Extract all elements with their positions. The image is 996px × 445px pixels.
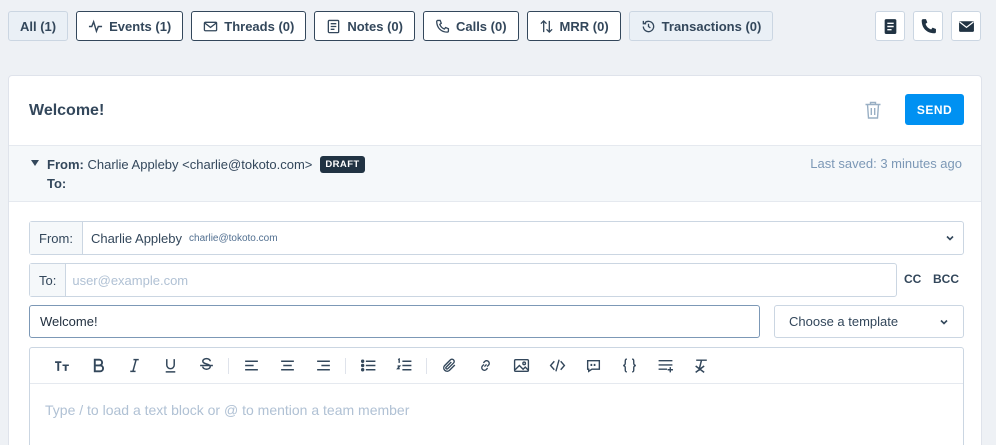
collapse-caret-icon[interactable] <box>31 160 39 166</box>
to-field: To: <box>29 263 897 297</box>
meta-from: From: Charlie Appleby <charlie@tokoto.co… <box>47 156 365 173</box>
email-body-editor[interactable]: Type / to load a text block or @ to ment… <box>29 347 964 445</box>
add-note-button[interactable] <box>875 11 905 41</box>
align-center-icon <box>280 360 294 371</box>
filter-label: Calls (0) <box>455 18 507 34</box>
clear-format-icon <box>694 359 707 374</box>
filter-transactions-button[interactable]: Transactions (0) <box>628 11 774 41</box>
bullet-list-icon <box>360 359 375 372</box>
toolbar-divider <box>426 357 427 374</box>
filter-label: MRR (0) <box>559 18 609 34</box>
strikethrough-button[interactable] <box>188 348 224 384</box>
insert-block-button[interactable] <box>647 348 683 384</box>
italic-icon <box>129 358 139 373</box>
composer-title: Welcome! <box>29 102 105 119</box>
quote-button[interactable] <box>575 348 611 384</box>
bcc-button[interactable]: BCC <box>933 272 959 286</box>
trash-icon[interactable] <box>864 100 882 120</box>
align-left-icon <box>244 360 258 371</box>
mail-icon <box>958 20 974 32</box>
filter-label: Notes (0) <box>347 18 403 34</box>
to-field-label: To: <box>30 264 67 296</box>
filter-events-button[interactable]: Events (1) <box>76 11 184 41</box>
from-email: charlie@tokoto.com <box>189 232 278 244</box>
text-size-button[interactable] <box>44 348 80 384</box>
draft-badge: DRAFT <box>320 156 365 173</box>
personalize-button[interactable] <box>611 348 647 384</box>
arrows-updown-icon <box>539 19 553 33</box>
from-select[interactable]: From: Charlie Appleby charlie@tokoto.com <box>29 221 964 255</box>
phone-icon <box>435 19 450 33</box>
last-saved-text: Last saved: 3 minutes ago <box>810 156 962 171</box>
link-icon <box>480 360 490 371</box>
strikethrough-icon <box>199 357 213 370</box>
filter-calls-button[interactable]: Calls (0) <box>422 11 519 41</box>
braces-icon <box>622 358 636 373</box>
meta-from-value: Charlie Appleby <charlie@tokoto.com> <box>87 157 313 172</box>
chevron-down-icon <box>946 235 954 241</box>
email-composer: Welcome! SEND From: Charlie Appleby <cha… <box>8 75 982 445</box>
filter-notes-button[interactable]: Notes (0) <box>314 11 415 41</box>
history-icon <box>642 20 654 32</box>
numbered-list-button[interactable] <box>386 348 422 384</box>
quick-actions <box>875 11 981 41</box>
attachment-icon <box>442 358 455 372</box>
bold-button[interactable] <box>80 348 116 384</box>
bold-icon <box>93 358 104 373</box>
activity-icon <box>89 19 103 33</box>
toolbar-divider <box>345 357 346 374</box>
email-button[interactable] <box>951 11 981 41</box>
image-icon <box>513 358 529 373</box>
align-left-button[interactable] <box>233 348 269 384</box>
body-placeholder: Type / to load a text block or @ to ment… <box>45 402 410 418</box>
template-label: Choose a template <box>789 314 899 329</box>
align-right-icon <box>316 360 330 371</box>
code-icon <box>549 359 565 372</box>
filter-label: All (1) <box>20 18 57 34</box>
filter-label: Transactions (0) <box>661 18 762 34</box>
italic-button[interactable] <box>116 348 152 384</box>
email-meta-summary: From: Charlie Appleby <charlie@tokoto.co… <box>9 146 981 202</box>
filter-label: Threads (0) <box>224 18 295 34</box>
align-right-button[interactable] <box>305 348 341 384</box>
from-name: Charlie Appleby <box>90 230 183 246</box>
bullet-list-button[interactable] <box>350 348 386 384</box>
to-input[interactable] <box>66 264 896 296</box>
filter-label: Events (1) <box>109 18 172 34</box>
underline-button[interactable] <box>152 348 188 384</box>
call-button[interactable] <box>913 11 943 41</box>
from-field-label: From: <box>30 222 83 254</box>
note-icon <box>328 19 340 33</box>
formatting-toolbar <box>30 348 963 384</box>
underline-icon <box>165 359 175 373</box>
chevron-down-icon <box>940 319 948 325</box>
subject-input[interactable] <box>29 305 760 338</box>
phone-icon <box>921 18 936 33</box>
note-icon <box>884 18 896 34</box>
numbered-list-icon <box>395 358 411 371</box>
quote-icon <box>586 360 600 373</box>
template-select[interactable]: Choose a template <box>774 305 964 338</box>
mail-icon <box>204 21 218 31</box>
filter-threads-button[interactable]: Threads (0) <box>191 11 307 41</box>
cc-button[interactable]: CC <box>904 272 921 286</box>
link-button[interactable] <box>467 348 503 384</box>
filter-mrr-button[interactable]: MRR (0) <box>526 11 621 41</box>
meta-to-label: To: <box>47 176 67 191</box>
composer-header: Welcome! SEND <box>9 76 981 146</box>
send-button[interactable]: SEND <box>905 94 964 125</box>
toolbar-divider <box>228 357 229 374</box>
align-center-button[interactable] <box>269 348 305 384</box>
code-button[interactable] <box>539 348 575 384</box>
meta-from-label: From: <box>47 157 84 172</box>
clear-format-button[interactable] <box>683 348 719 384</box>
filter-all-button[interactable]: All (1) <box>8 11 69 41</box>
image-button[interactable] <box>503 348 539 384</box>
from-value: Charlie Appleby charlie@tokoto.com <box>83 222 945 254</box>
activity-filter-bar: All (1) Events (1) Threads (0) Notes (0)… <box>8 11 774 41</box>
insert-line-icon <box>658 360 673 373</box>
attachment-button[interactable] <box>431 348 467 384</box>
text-size-icon <box>54 361 69 371</box>
